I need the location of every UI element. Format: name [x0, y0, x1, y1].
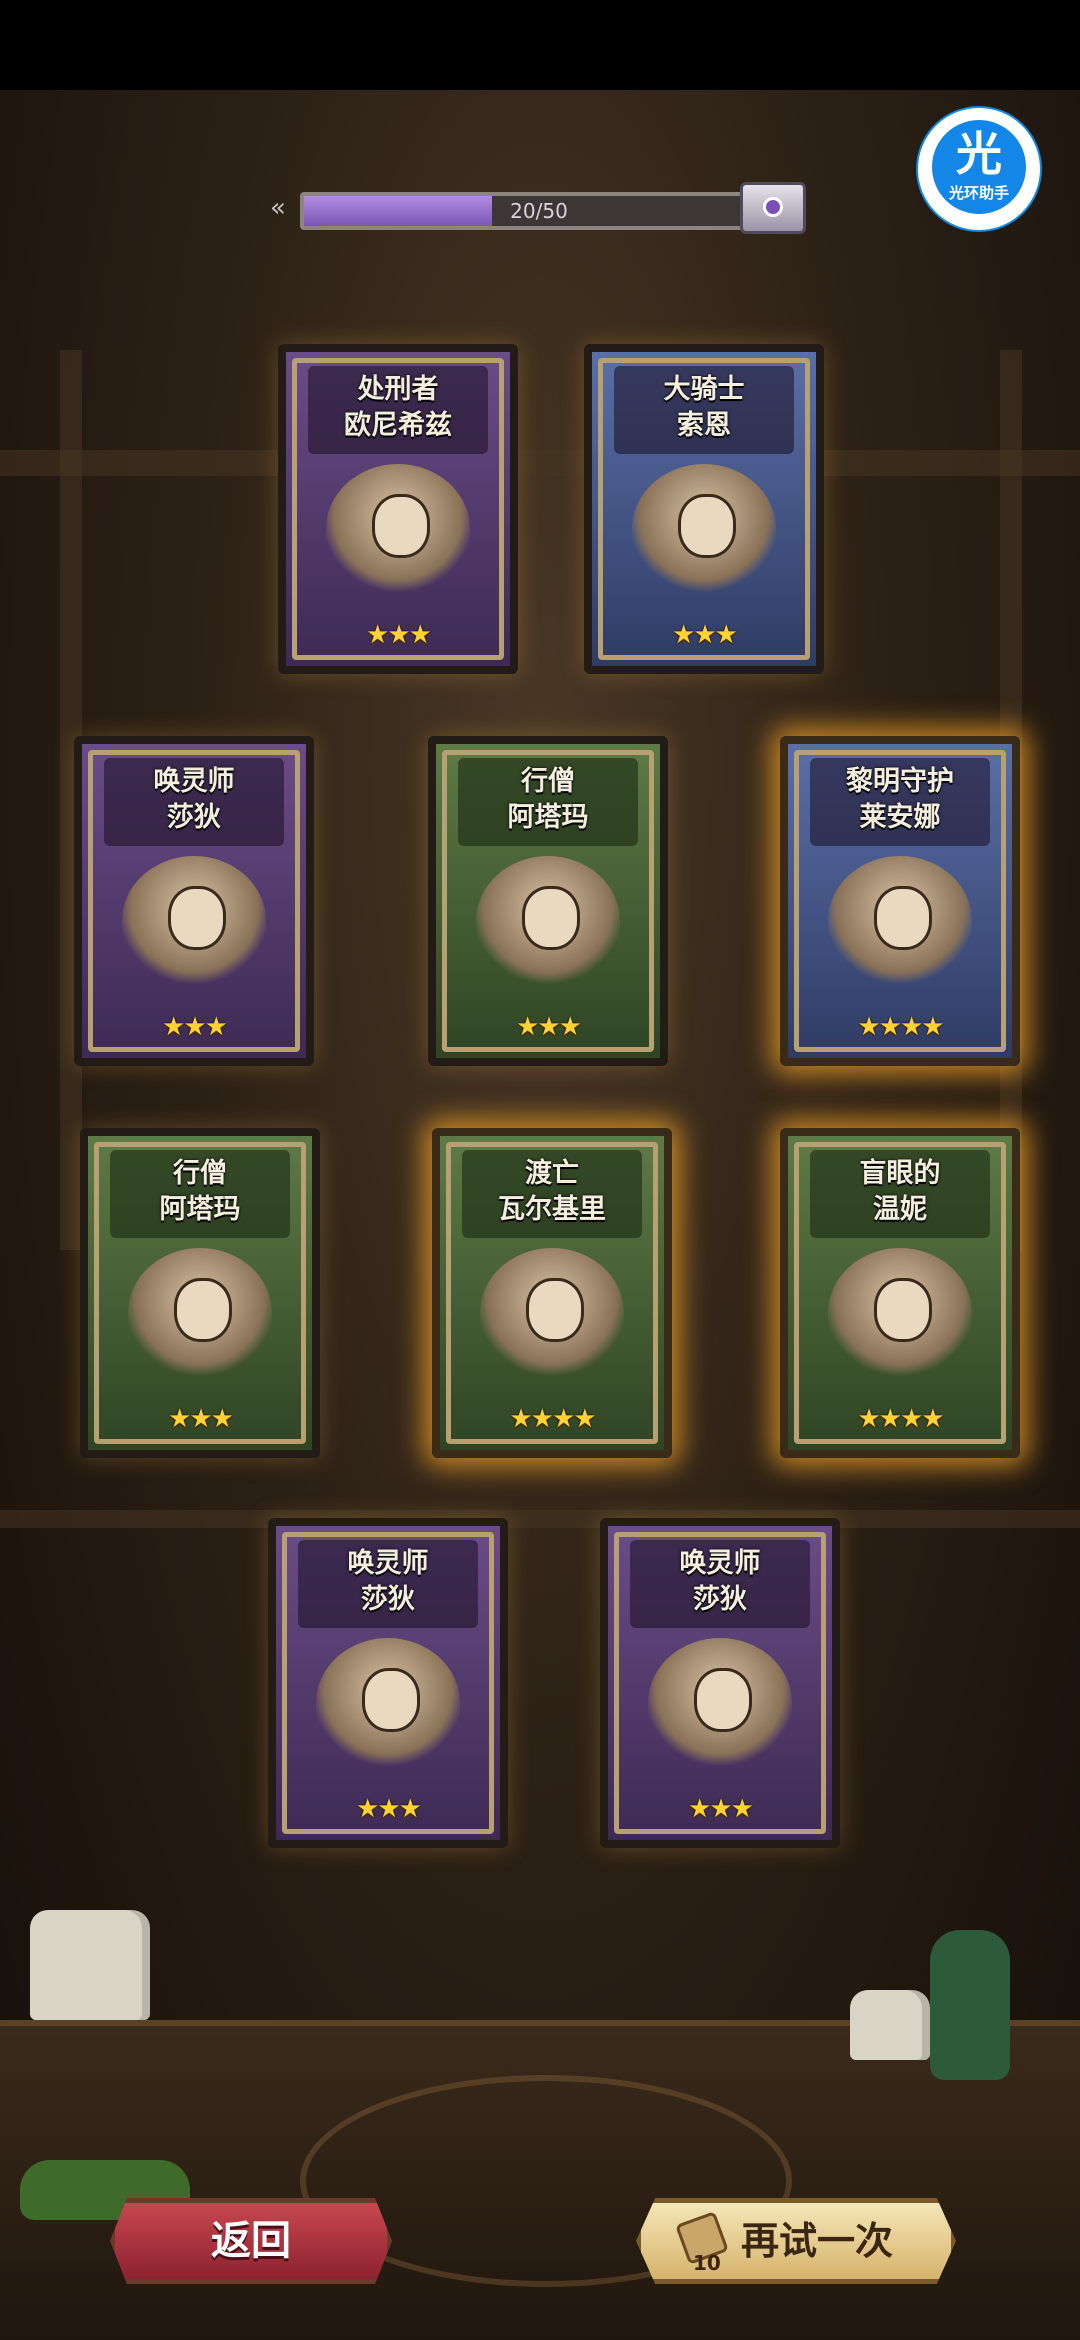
progress-track: 20/50 [300, 192, 778, 230]
double-chevron-left-icon: « [270, 193, 286, 223]
hero-card[interactable]: 唤灵师 莎狄 ★★★ [268, 1518, 508, 1848]
hero-portrait [128, 1248, 272, 1378]
back-button-label: 返回 [211, 2218, 291, 2264]
assistant-badge-label: 光环助手 [948, 184, 1009, 202]
hero-name: 行僧 阿塔玛 [458, 758, 638, 846]
bottle-icon [930, 1930, 1010, 2080]
hero-name: 黎明守护 莱安娜 [810, 758, 990, 846]
star-rating: ★★★★ [509, 1404, 596, 1434]
hero-title-line: 盲眼的 [859, 1158, 941, 1189]
hero-name: 盲眼的 温妮 [810, 1150, 990, 1238]
hero-face [874, 886, 932, 950]
shelf-beam [0, 1510, 1080, 1528]
hero-portrait [828, 1248, 972, 1378]
assistant-app-badge[interactable]: 光 光环助手 [918, 108, 1040, 230]
hero-title-line: 处刑者 [357, 374, 439, 405]
star-rating: ★★★ [516, 1012, 582, 1042]
summon-progress-bar: « 20/50 [270, 182, 810, 234]
ceiling-beam [0, 450, 1080, 476]
hero-card[interactable]: 大骑士 索恩 ★★★ [584, 344, 824, 674]
hero-name-line: 莎狄 [167, 802, 221, 833]
hero-card[interactable]: 黎明守护 莱安娜 ★★★★ [780, 736, 1020, 1066]
hero-name-line: 莱安娜 [859, 802, 941, 833]
hero-face [174, 1278, 232, 1342]
hero-title-line: 唤灵师 [347, 1548, 429, 1579]
hero-card[interactable]: 行僧 阿塔玛 ★★★ [80, 1128, 320, 1458]
star-rating: ★★★ [356, 1794, 422, 1824]
star-rating: ★★★★ [857, 1404, 944, 1434]
hero-portrait [122, 856, 266, 986]
hero-card[interactable]: 盲眼的 温妮 ★★★★ [780, 1128, 1020, 1458]
hero-portrait [326, 464, 470, 594]
hero-portrait [316, 1638, 460, 1768]
hero-name-line: 莎狄 [361, 1584, 415, 1615]
hero-face [168, 886, 226, 950]
assistant-badge-glyph: 光 [956, 127, 1002, 181]
hero-name: 唤灵师 莎狄 [104, 758, 284, 846]
hero-face [526, 1278, 584, 1342]
star-rating: ★★★ [168, 1404, 234, 1434]
reward-chest-icon[interactable] [740, 182, 806, 234]
star-rating: ★★★ [162, 1012, 228, 1042]
hero-title-line: 黎明守护 [846, 766, 954, 797]
hero-portrait [828, 856, 972, 986]
hero-name-line: 瓦尔基里 [498, 1194, 606, 1225]
hero-name-line: 欧尼希兹 [344, 410, 452, 441]
hero-title-line: 渡亡 [525, 1158, 579, 1189]
assistant-badge-circle: 光 光环助手 [932, 120, 1026, 214]
hero-title-line: 行僧 [521, 766, 575, 797]
hero-name: 唤灵师 莎狄 [630, 1540, 810, 1628]
retry-button[interactable]: 10 再试一次 [636, 2198, 956, 2284]
hero-face [874, 1278, 932, 1342]
star-rating: ★★★ [688, 1794, 754, 1824]
candle-icon [850, 1990, 930, 2060]
hero-portrait [480, 1248, 624, 1378]
hero-name: 行僧 阿塔玛 [110, 1150, 290, 1238]
back-button[interactable]: 返回 [110, 2198, 392, 2284]
progress-text: 20/50 [510, 199, 568, 223]
star-rating: ★★★ [366, 620, 432, 650]
hero-face [362, 1668, 420, 1732]
retry-button-label: 再试一次 [741, 2219, 894, 2263]
hero-card[interactable]: 唤灵师 莎狄 ★★★ [74, 736, 314, 1066]
hero-name-line: 阿塔玛 [159, 1194, 241, 1225]
hero-card[interactable]: 唤灵师 莎狄 ★★★ [600, 1518, 840, 1848]
hero-title-line: 唤灵师 [679, 1548, 761, 1579]
hero-card[interactable]: 行僧 阿塔玛 ★★★ [428, 736, 668, 1066]
hero-portrait [476, 856, 620, 986]
hero-card[interactable]: 处刑者 欧尼希兹 ★★★ [278, 344, 518, 674]
hero-name: 大骑士 索恩 [614, 366, 794, 454]
chest-gem-icon [763, 197, 783, 217]
hero-face [678, 494, 736, 558]
hero-portrait [632, 464, 776, 594]
star-rating: ★★★★ [857, 1012, 944, 1042]
hero-title-line: 行僧 [173, 1158, 227, 1189]
hero-face [694, 1668, 752, 1732]
hero-portrait [648, 1638, 792, 1768]
hero-name-line: 索恩 [677, 410, 731, 441]
hero-name-line: 阿塔玛 [507, 802, 589, 833]
hero-name-line: 莎狄 [693, 1584, 747, 1615]
hero-name: 处刑者 欧尼希兹 [308, 366, 488, 454]
hero-title-line: 大骑士 [663, 374, 745, 405]
hero-face [522, 886, 580, 950]
retry-cost: 10 [693, 2251, 721, 2275]
hero-face [372, 494, 430, 558]
candle-icon [30, 1910, 150, 2020]
hero-name: 渡亡 瓦尔基里 [462, 1150, 642, 1238]
star-rating: ★★★ [672, 620, 738, 650]
hero-name-line: 温妮 [873, 1194, 927, 1225]
hero-name: 唤灵师 莎狄 [298, 1540, 478, 1628]
hero-card[interactable]: 渡亡 瓦尔基里 ★★★★ [432, 1128, 672, 1458]
hero-title-line: 唤灵师 [153, 766, 235, 797]
